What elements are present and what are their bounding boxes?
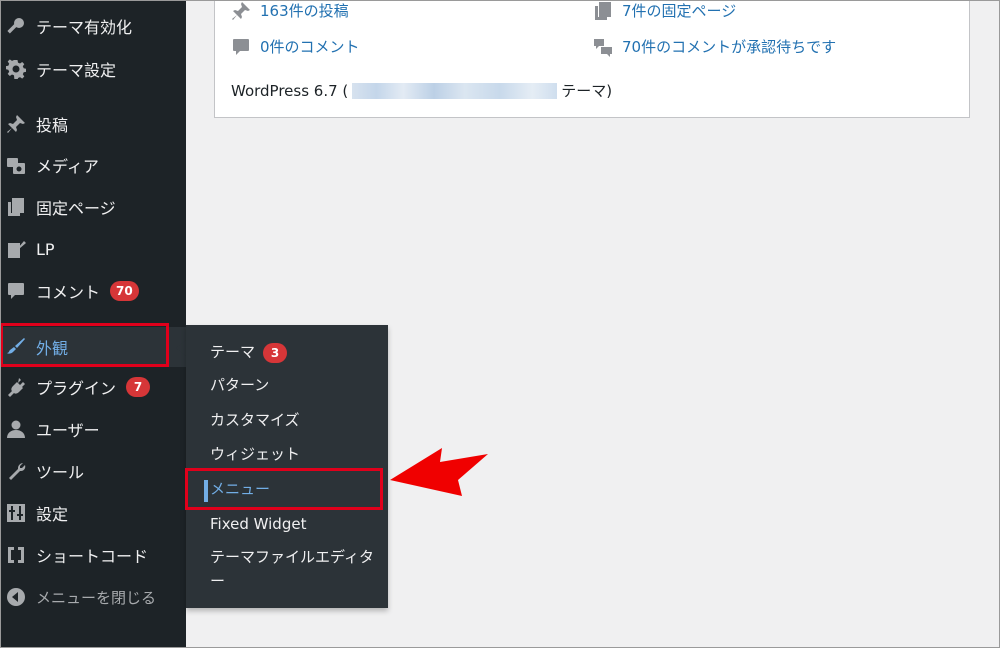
sidebar-item-plugins[interactable]: プラグイン 7: [0, 369, 186, 405]
blurred-theme-name: [352, 82, 558, 99]
collapse-arrow-icon: [3, 586, 29, 608]
sidebar-item-theme-activation[interactable]: テーマ有効化: [0, 8, 186, 44]
sidebar-item-label: 設定: [36, 505, 69, 524]
key-icon: [3, 15, 29, 37]
pages-count-text: 7件の固定ページ: [622, 2, 737, 20]
plugin-icon: [3, 376, 29, 398]
sidebar-item-tools[interactable]: ツール: [0, 453, 186, 489]
comment-icon: [3, 280, 29, 302]
at-a-glance-panel: 163件の投稿 7件の固定ページ 0件のコメント 70件のコメントが承認待ちです…: [214, 0, 970, 118]
wrench-icon: [3, 460, 29, 482]
posts-count-text: 163件の投稿: [260, 2, 349, 20]
pages-icon: [3, 196, 29, 218]
pending-comments-text: 70件のコメントが承認待ちです: [622, 38, 837, 56]
edit-page-icon: [3, 238, 29, 260]
collapse-menu-label: メニューを閉じる: [36, 588, 157, 607]
submenu-item-fixed-widget[interactable]: Fixed Widget: [210, 512, 306, 536]
sidebar-item-label: テーマ有効化: [36, 18, 133, 37]
sidebar-item-label: テーマ設定: [36, 61, 117, 80]
appearance-submenu: テーマ 3 パターン カスタマイズ ウィジェット メニュー Fixed Widge…: [186, 325, 388, 608]
sidebar-item-label: ユーザー: [36, 421, 100, 440]
posts-count-link[interactable]: 163件の投稿: [231, 0, 349, 21]
sidebar-item-label: ショートコード: [36, 547, 149, 566]
submenu-item-label: テーマ: [210, 343, 256, 361]
sidebar-item-label: メディア: [36, 157, 99, 176]
highlight-box-appearance: [0, 323, 169, 367]
pushpin-icon: [232, 1, 250, 20]
collapse-menu-button[interactable]: メニューを閉じる: [0, 579, 186, 615]
gear-icon: [3, 58, 29, 80]
submenu-item-themes[interactable]: テーマ 3: [210, 340, 288, 364]
sidebar-item-label: 投稿: [36, 116, 69, 135]
comments-count-link[interactable]: 0件のコメント: [231, 36, 360, 57]
sidebar-item-label: LP: [36, 239, 55, 259]
pending-comments-link[interactable]: 70件のコメントが承認待ちです: [593, 36, 836, 57]
sidebar-item-label: 固定ページ: [36, 199, 116, 218]
shortcode-brackets-icon: [3, 544, 29, 566]
flyout-pointer: [176, 340, 186, 356]
sidebar-item-label: プラグイン: [36, 379, 117, 398]
version-prefix: WordPress 6.7 (: [231, 81, 349, 100]
version-suffix: テーマ): [561, 82, 613, 100]
sidebar-item-label: コメント: [36, 283, 101, 302]
settings-sliders-icon: [3, 502, 29, 524]
submenu-item-widgets[interactable]: ウィジェット: [210, 442, 300, 466]
sidebar-item-shortcode[interactable]: ショートコード: [0, 537, 186, 573]
sidebar-item-posts[interactable]: 投稿: [0, 106, 186, 142]
comment-count-badge: 70: [110, 281, 139, 301]
pages-count-link[interactable]: 7件の固定ページ: [593, 0, 736, 21]
sidebar-item-users[interactable]: ユーザー: [0, 411, 186, 447]
sidebar-item-comments[interactable]: コメント 70: [0, 273, 186, 309]
pages-icon: [595, 1, 611, 20]
red-pointer-arrow: [390, 448, 488, 496]
sidebar-item-settings[interactable]: 設定: [0, 495, 186, 531]
media-icon: [3, 154, 29, 176]
sidebar-item-label: ツール: [36, 463, 85, 482]
sidebar-item-pages[interactable]: 固定ページ: [0, 189, 186, 225]
pushpin-icon: [3, 113, 29, 135]
comments-count-text: 0件のコメント: [260, 38, 360, 56]
theme-update-badge: 3: [263, 343, 288, 363]
sidebar-item-theme-settings[interactable]: テーマ設定: [0, 51, 186, 87]
sidebar-item-media[interactable]: メディア: [0, 147, 186, 183]
plugin-update-badge: 7: [126, 377, 151, 397]
submenu-item-theme-file-editor[interactable]: テーマファイルエディター: [210, 545, 380, 593]
submenu-item-patterns[interactable]: パターン: [210, 373, 269, 397]
user-icon: [3, 418, 29, 440]
comment-icon: [233, 38, 249, 55]
sidebar-item-lp[interactable]: LP: [0, 231, 186, 267]
wordpress-version: WordPress 6.7 ( テーマ): [231, 80, 612, 101]
submenu-item-customize[interactable]: カスタマイズ: [210, 408, 300, 432]
comments-pending-icon: [594, 38, 612, 57]
highlight-box-menus: [185, 468, 383, 510]
